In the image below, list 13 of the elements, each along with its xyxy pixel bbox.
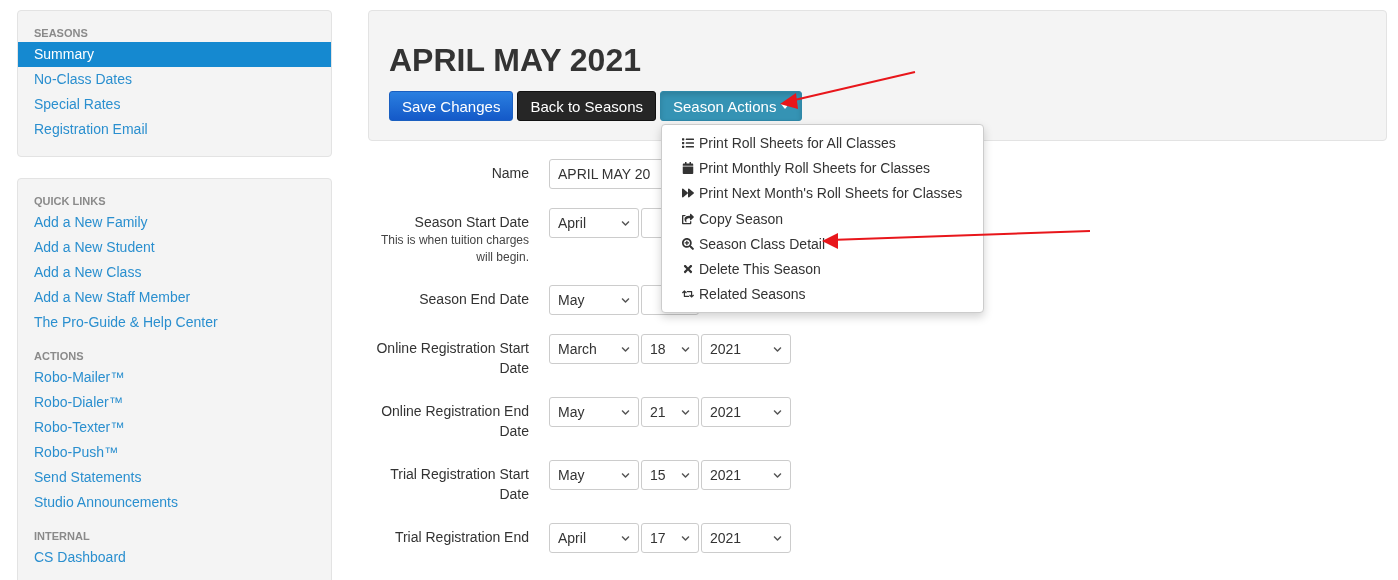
field-label: Online Registration End Date [380, 402, 529, 441]
field-note: This is when tuition charges will begin. [379, 232, 529, 266]
section-heading: QUICK LINKS [33, 194, 107, 209]
field-label: Trial Registration Start Date [389, 465, 529, 504]
section-heading: ACTIONS [33, 349, 85, 364]
field-label: Season End Date [419, 290, 529, 309]
field-label: Name [491, 164, 529, 183]
field-label: Online Registration Start Date [375, 339, 529, 378]
section-heading: INTERNAL [33, 529, 91, 544]
page-title: APRIL MAY 2021 [389, 41, 642, 79]
field-label: Season Start Date [414, 213, 529, 232]
field-label: Trial Registration End [394, 528, 529, 547]
section-heading: SEASONS [33, 26, 89, 41]
